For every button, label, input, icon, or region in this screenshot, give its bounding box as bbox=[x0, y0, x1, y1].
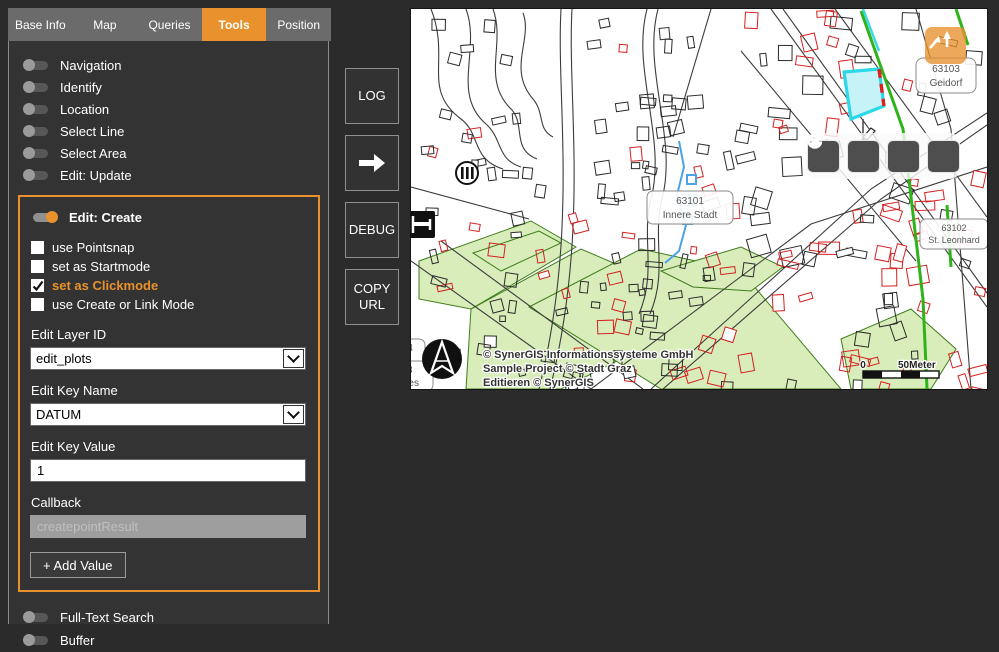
svg-text:63101: 63101 bbox=[676, 196, 704, 207]
pan-navigate-button[interactable] bbox=[925, 27, 966, 64]
arrow-right-icon bbox=[357, 152, 387, 174]
tab-bar: Base Info Map Queries Tools Position bbox=[8, 8, 331, 41]
checkbox-unchecked-icon bbox=[31, 260, 44, 273]
svg-text:Editieren © SynerGIS: Editieren © SynerGIS bbox=[483, 377, 594, 389]
svg-text:Gries: Gries bbox=[411, 378, 419, 389]
toggle-off-icon bbox=[24, 83, 48, 92]
sidebar-item-edit-update[interactable]: Edit: Update bbox=[9, 164, 328, 186]
callback-input: createpointResult bbox=[30, 515, 306, 538]
debug-button[interactable]: DEBUG bbox=[345, 202, 399, 258]
tab-queries[interactable]: Queries bbox=[137, 8, 202, 41]
edit-key-value-label: Edit Key Value bbox=[31, 439, 308, 454]
sidebar-item-full-text-search[interactable]: Full-Text Search bbox=[9, 606, 328, 629]
tools-sidebar: Navigation Identify Location Select Line… bbox=[8, 41, 329, 624]
forward-button[interactable] bbox=[345, 135, 399, 191]
close-icon bbox=[806, 133, 823, 150]
sidebar-item-edit-create[interactable]: Edit: Create bbox=[30, 206, 308, 228]
edit-key-value-input[interactable]: 1 bbox=[30, 459, 306, 482]
checkbox-unchecked-icon bbox=[31, 298, 44, 311]
cancel-button[interactable] bbox=[927, 140, 960, 173]
sidebar-item-location[interactable]: Location bbox=[9, 98, 328, 120]
svg-text:St. Leonhard: St. Leonhard bbox=[928, 235, 980, 245]
label-innere-stadt: 63101 Innere Stadt bbox=[647, 191, 733, 224]
log-button[interactable]: LOG bbox=[345, 68, 399, 124]
checkbox-set-as-startmode[interactable]: set as Startmode bbox=[31, 257, 308, 276]
checkbox-set-as-clickmode[interactable]: set as Clickmode bbox=[31, 276, 308, 295]
edit-create-panel: Edit: Create use Pointsnap set as Startm… bbox=[18, 195, 320, 592]
sidebar-item-select-line[interactable]: Select Line bbox=[9, 120, 328, 142]
callback-label: Callback bbox=[31, 495, 308, 510]
toggle-on-icon bbox=[33, 213, 57, 222]
bench-poi-icon bbox=[411, 211, 435, 238]
toggle-off-icon bbox=[24, 61, 48, 70]
action-button-column: LOG DEBUG COPY URL bbox=[345, 68, 399, 336]
north-arrow-icon bbox=[422, 339, 462, 379]
toggle-off-icon bbox=[24, 636, 48, 645]
map-canvas: 63103 Geidorf 63102 St. Leonhard 63101 I… bbox=[411, 9, 987, 389]
svg-text:63102: 63102 bbox=[941, 223, 966, 233]
checkbox-use-pointsnap[interactable]: use Pointsnap bbox=[31, 238, 308, 257]
sidebar-item-buffer[interactable]: Buffer bbox=[9, 629, 328, 652]
svg-text:63103: 63103 bbox=[932, 64, 960, 75]
tab-map[interactable]: Map bbox=[73, 8, 138, 41]
edit-layer-id-label: Edit Layer ID bbox=[31, 327, 308, 342]
columns-poi-icon bbox=[456, 162, 478, 184]
sidebar-item-navigation[interactable]: Navigation bbox=[9, 54, 328, 76]
copy-url-button[interactable]: COPY URL bbox=[345, 269, 399, 325]
sidebar-item-identify[interactable]: Identify bbox=[9, 76, 328, 98]
pan-arrows-icon bbox=[925, 27, 955, 53]
checkmark-icon bbox=[31, 279, 44, 292]
toggle-off-icon bbox=[24, 105, 48, 114]
edit-layer-id-select[interactable]: edit_plots bbox=[30, 347, 306, 370]
rotate-button[interactable] bbox=[847, 140, 880, 173]
toggle-off-icon bbox=[24, 613, 48, 622]
sidebar-item-select-area[interactable]: Select Area bbox=[9, 142, 328, 164]
checkbox-use-create-or-link-mode[interactable]: use Create or Link Mode bbox=[31, 295, 308, 314]
svg-text:50Meter: 50Meter bbox=[898, 360, 936, 371]
edit-toolbar bbox=[806, 133, 960, 179]
tab-position[interactable]: Position bbox=[266, 8, 331, 41]
svg-text:Innere Stadt: Innere Stadt bbox=[663, 210, 718, 221]
toggle-off-icon bbox=[24, 149, 48, 158]
edit-key-name-label: Edit Key Name bbox=[31, 383, 308, 398]
chevron-down-icon[interactable] bbox=[283, 349, 304, 368]
svg-text:Geidorf: Geidorf bbox=[930, 78, 963, 89]
tab-base-info[interactable]: Base Info bbox=[8, 8, 73, 41]
add-value-button[interactable]: + Add Value bbox=[30, 552, 126, 578]
svg-text:Sample Project © Stadt Graz: Sample Project © Stadt Graz bbox=[483, 363, 632, 375]
map-viewport[interactable]: 63103 Geidorf 63102 St. Leonhard 63101 I… bbox=[410, 8, 988, 390]
checkbox-unchecked-icon bbox=[31, 241, 44, 254]
svg-text:© SynerGIS Informationssysteme: © SynerGIS Informationssysteme GmbH bbox=[483, 349, 693, 361]
confirm-button[interactable] bbox=[887, 140, 920, 173]
label-st-leonhard: 63102 St. Leonhard bbox=[920, 219, 987, 249]
tab-tools[interactable]: Tools bbox=[202, 8, 267, 41]
toggle-off-icon bbox=[24, 127, 48, 136]
edit-key-name-select[interactable]: DATUM bbox=[30, 403, 306, 426]
toggle-off-icon bbox=[24, 171, 48, 180]
chevron-down-icon[interactable] bbox=[283, 405, 304, 424]
svg-text:0: 0 bbox=[860, 360, 866, 371]
